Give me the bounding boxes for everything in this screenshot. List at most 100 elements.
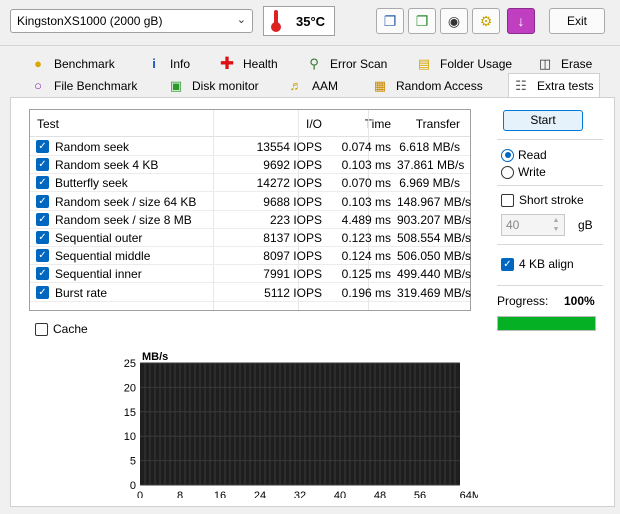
write-radio-dot[interactable] (501, 165, 514, 179)
folder-icon: ▤ (417, 55, 431, 71)
table-row[interactable]: ✓ Sequential middle 8097 IOPS 0.124 ms 506.0… (30, 247, 472, 266)
chart-ytick-label: 10 (124, 431, 136, 443)
row-io: 223 IOPS (269, 212, 322, 227)
row-checkbox[interactable]: ✓ (36, 212, 49, 226)
tab-extra-tests-label: Extra tests (537, 78, 594, 93)
table-row[interactable]: ✓ Sequential outer 8137 IOPS 0.123 ms 508.55… (30, 229, 472, 247)
read-radio[interactable]: Read (501, 148, 547, 162)
row-transfer: 903.207 MB/s (397, 212, 472, 227)
row-transfer: 508.554 MB/s (397, 231, 472, 245)
align-4kb-checkbox[interactable]: ✓ 4 KB align (501, 257, 574, 271)
row-test-name: Burst rate (55, 285, 108, 300)
tab-random-access-label: Random Access (396, 78, 483, 93)
row-time: 0.125 ms (341, 267, 391, 282)
row-time: 0.124 ms (341, 249, 391, 264)
chart-xtick-label: 64MB (460, 490, 478, 498)
tab-info-label: Info (170, 56, 191, 71)
save-button[interactable]: ↓ (507, 8, 535, 34)
table-header: Test I/O Time Transfer (30, 110, 470, 137)
header-time[interactable]: Time (328, 110, 391, 137)
read-radio-dot[interactable] (501, 148, 514, 162)
divider-line (497, 185, 603, 186)
row-time: 0.196 ms (341, 285, 391, 300)
row-checkbox[interactable]: ✓ (36, 231, 49, 244)
row-io: 5112 IOPS (264, 285, 322, 300)
row-transfer: 319.469 MB/s (397, 285, 472, 300)
header-test[interactable]: Test (37, 110, 59, 137)
write-radio[interactable]: Write (501, 165, 546, 179)
copy-image-button[interactable]: ❐ (408, 8, 436, 34)
cache-checkbox-box[interactable] (35, 322, 48, 336)
tab-disk-monitor-label: Disk monitor (192, 78, 259, 93)
tab-error-scan-label: Error Scan (330, 56, 388, 71)
row-io: 9692 IOPS (263, 158, 322, 173)
tab-health[interactable]: ✚ Health (215, 53, 278, 74)
tab-extra-tests[interactable]: ☷ Extra tests (508, 73, 600, 97)
temperature-value: 35°C (296, 14, 326, 29)
drive-select-value: KingstonXS1000 (2000 gB) (17, 14, 163, 28)
copy-image-icon: ❐ (415, 12, 429, 29)
row-checkbox[interactable]: ✓ (36, 158, 49, 172)
row-transfer: 499.440 MB/s (397, 267, 472, 282)
row-time: 0.103 ms (341, 194, 391, 209)
short-stroke-checkbox[interactable]: Short stroke (501, 193, 584, 207)
copy-text-button[interactable]: ❐ (376, 8, 404, 34)
gears-icon: ⚙ (479, 12, 493, 29)
tab-erase[interactable]: ◫ Erase (533, 53, 593, 74)
row-checkbox[interactable]: ✓ (36, 140, 49, 153)
divider-line (497, 244, 603, 245)
transfer-chart: 25 20 15 10 5 00 8 16 24 32 40 48 56 64MB MB/s (124, 351, 478, 498)
chart-ytick-label: 15 (124, 407, 136, 419)
progress-bar (497, 316, 596, 331)
row-checkbox[interactable]: ✓ (36, 194, 49, 208)
toolbar-divider (0, 45, 620, 46)
tab-random-access[interactable]: ▦ Random Access (368, 75, 483, 96)
header-transfer[interactable]: Transfer (397, 110, 460, 137)
table-row[interactable]: ✓ Butterfly seek 14272 IOPS 0.070 ms 6.969 M… (30, 174, 470, 193)
row-test-name: Random seek 4 KB (55, 158, 159, 173)
tab-info[interactable]: i Info (142, 53, 190, 74)
chart-xtick-label: 40 (334, 490, 346, 498)
start-button[interactable]: Start (503, 110, 583, 131)
tab-error-scan[interactable]: ⚲ Error Scan (302, 53, 387, 74)
short-stroke-size-spinner[interactable]: 40 ▲ ▼ (501, 214, 565, 236)
cache-checkbox[interactable]: Cache (35, 322, 88, 336)
table-row[interactable]: ✓ Random seek / size 64 KB 9688 IOPS 0.103 … (30, 193, 471, 211)
row-checkbox[interactable]: ✓ (36, 285, 49, 299)
table-row[interactable]: ✓ Sequential inner 7991 IOPS 0.125 ms 499.44… (30, 265, 472, 284)
short-stroke-unit: gB (578, 218, 593, 232)
align-4kb-box[interactable]: ✓ (501, 257, 514, 271)
trash-icon: ◫ (538, 55, 552, 71)
tab-folder-usage[interactable]: ▤ Folder Usage (412, 53, 512, 74)
screenshot-button[interactable]: ◉ (440, 8, 468, 34)
row-test-name: Random seek / size 64 KB (55, 194, 197, 209)
tab-file-benchmark[interactable]: ○ File Benchmark (26, 75, 137, 96)
divider-line (497, 285, 603, 286)
row-transfer: 506.050 MB/s (397, 249, 472, 264)
speaker-icon: ♬ (289, 77, 303, 93)
spinner-arrows-icon[interactable]: ▲ ▼ (550, 216, 562, 234)
tab-disk-monitor[interactable]: ▣ Disk monitor (164, 75, 259, 96)
tab-benchmark[interactable]: ● Benchmark (26, 53, 115, 74)
row-io: 8097 IOPS (263, 249, 322, 264)
row-checkbox[interactable]: ✓ (36, 176, 49, 190)
chart-ytick-label: 0 (130, 480, 136, 492)
short-stroke-box[interactable] (501, 193, 514, 207)
disk-monitor-icon: ▣ (169, 77, 183, 93)
short-stroke-size-value: 40 (506, 218, 520, 232)
table-row[interactable]: ✓ Random seek / size 8 MB 223 IOPS 4.489 ms… (30, 211, 472, 229)
header-io[interactable]: I/O (244, 110, 322, 137)
row-io: 7991 IOPS (263, 267, 322, 282)
table-row[interactable]: ✓ Random seek 13554 IOPS 0.074 ms 6.618 MB/s (30, 138, 470, 156)
drive-select[interactable]: KingstonXS1000 (2000 gB) ⌄ (10, 9, 253, 33)
tab-aam[interactable]: ♬ AAM (284, 75, 339, 96)
options-button[interactable]: ⚙ (472, 8, 500, 34)
row-checkbox[interactable]: ✓ (36, 267, 49, 281)
row-checkbox[interactable]: ✓ (36, 249, 49, 263)
divider-line (497, 139, 603, 140)
short-stroke-label: Short stroke (519, 193, 584, 207)
exit-button[interactable]: Exit (549, 8, 605, 34)
thermometer-icon (271, 10, 281, 32)
table-row[interactable]: ✓ Random seek 4 KB 9692 IOPS 0.103 ms 37.861… (30, 156, 470, 175)
table-row[interactable]: ✓ Burst rate 5112 IOPS 0.196 ms 319.469 MB/s (30, 284, 472, 302)
